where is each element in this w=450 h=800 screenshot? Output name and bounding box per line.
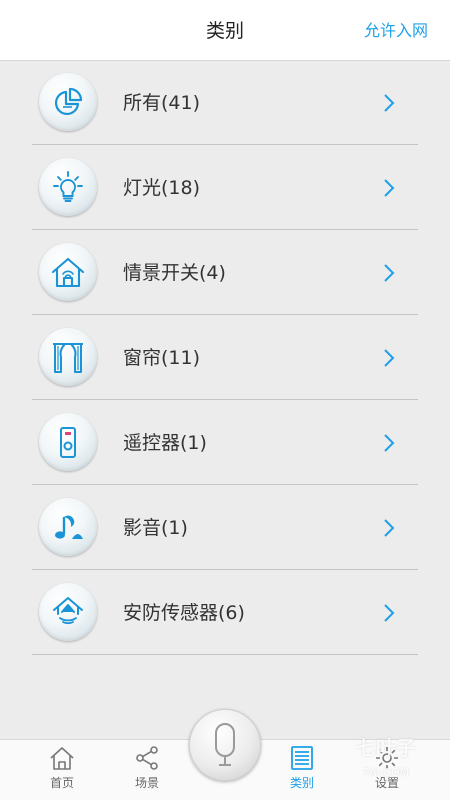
- microphone-icon: [215, 723, 235, 766]
- category-label: 安防传感器(6): [123, 602, 245, 624]
- chevron-right-icon: [384, 179, 395, 197]
- remote-control-icon: [39, 413, 97, 471]
- top-bar: 类别 允许入网: [0, 0, 450, 61]
- watermark-logo: 七叶子 7AI.COM: [356, 732, 446, 790]
- category-label: 所有(41): [123, 92, 201, 114]
- category-label: 遥控器(1): [123, 432, 207, 454]
- curtain-icon: [39, 328, 97, 386]
- watermark-subtext: 7AI.COM: [362, 766, 410, 779]
- tab-scene-label: 场景: [134, 776, 159, 790]
- category-item-lighting[interactable]: 灯光(18): [32, 145, 418, 230]
- category-item-media[interactable]: 影音(1): [32, 485, 418, 570]
- pie-chart-icon: [39, 73, 97, 131]
- share-nodes-icon: [136, 746, 158, 770]
- chevron-right-icon: [384, 519, 395, 537]
- category-list: 所有(41) 灯光(18) 情景开关(4) 窗帘(11) 遥控器(1) 影音(1…: [32, 60, 418, 655]
- tab-category[interactable]: 类别: [262, 740, 342, 800]
- tab-category-label: 类别: [289, 776, 314, 790]
- tab-home-label: 首页: [49, 776, 74, 790]
- music-note-icon: [39, 498, 97, 556]
- chevron-right-icon: [384, 264, 395, 282]
- watermark-text: 七叶子: [356, 736, 416, 760]
- home-icon: [50, 747, 74, 770]
- security-sensor-icon: [39, 583, 97, 641]
- category-label: 窗帘(11): [123, 347, 201, 369]
- voice-button[interactable]: [189, 709, 261, 781]
- home-wifi-icon: [39, 243, 97, 301]
- tab-home[interactable]: 首页: [22, 740, 102, 800]
- chevron-right-icon: [384, 94, 395, 112]
- chevron-right-icon: [384, 349, 395, 367]
- chevron-right-icon: [384, 604, 395, 622]
- category-item-remote[interactable]: 遥控器(1): [32, 400, 418, 485]
- tab-scene[interactable]: 场景: [107, 740, 187, 800]
- list-doc-icon: [291, 746, 313, 770]
- category-label: 情景开关(4): [123, 262, 226, 284]
- category-label: 灯光(18): [123, 177, 201, 199]
- allow-join-network-button[interactable]: 允许入网: [364, 0, 428, 60]
- category-label: 影音(1): [123, 517, 188, 539]
- chevron-right-icon: [384, 434, 395, 452]
- category-item-security-sensor[interactable]: 安防传感器(6): [32, 570, 418, 655]
- lightbulb-icon: [39, 158, 97, 216]
- category-item-scene-switch[interactable]: 情景开关(4): [32, 230, 418, 315]
- category-item-all[interactable]: 所有(41): [32, 60, 418, 145]
- category-item-curtains[interactable]: 窗帘(11): [32, 315, 418, 400]
